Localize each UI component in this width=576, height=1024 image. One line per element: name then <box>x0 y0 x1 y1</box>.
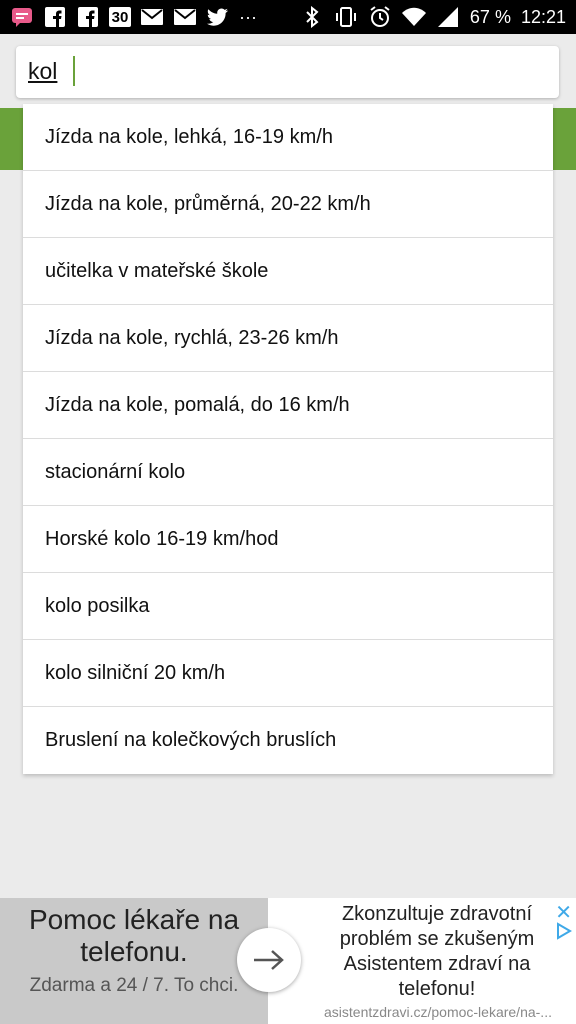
search-field[interactable]: kol <box>16 46 559 98</box>
ad-left-panel[interactable]: Pomoc lékaře na telefonu. Zdarma a 24 / … <box>0 898 268 1024</box>
arrow-right-icon <box>254 950 284 970</box>
calendar-icon: 30 <box>109 7 131 27</box>
suggestion-item[interactable]: stacionární kolo <box>23 439 553 506</box>
ad-subline: Zdarma a 24 / 7. To chci. <box>29 975 239 996</box>
wifi-icon <box>401 6 426 28</box>
suggestion-list: Jízda na kole, lehká, 16-19 km/h Jízda n… <box>23 104 553 774</box>
twitter-icon <box>206 6 230 28</box>
suggestion-item[interactable]: Jízda na kole, lehká, 16-19 km/h <box>23 104 553 171</box>
gmail-icon <box>140 6 164 28</box>
ad-arrow-button[interactable] <box>237 928 301 992</box>
suggestion-item[interactable]: kolo silniční 20 km/h <box>23 640 553 707</box>
bluetooth-icon <box>300 6 324 28</box>
suggestion-item[interactable]: Jízda na kole, rychlá, 23-26 km/h <box>23 305 553 372</box>
facebook-icon <box>43 6 67 28</box>
ad-headline: Pomoc lékaře na telefonu. <box>28 904 240 967</box>
suggestion-item[interactable]: kolo posilka <box>23 573 553 640</box>
ad-right-panel[interactable]: Zkonzultuje zdravotní problém se zkušený… <box>300 898 576 1024</box>
clock: 12:21 <box>520 6 566 27</box>
text-caret <box>73 56 75 86</box>
suggestion-item[interactable]: Bruslení na kolečkových bruslích <box>23 707 553 774</box>
vibrate-icon <box>334 6 358 28</box>
suggestion-item[interactable]: Jízda na kole, pomalá, do 16 km/h <box>23 372 553 439</box>
suggestion-item[interactable]: učitelka v mateřské škole <box>23 238 553 305</box>
suggestion-item[interactable]: Jízda na kole, průměrná, 20-22 km/h <box>23 171 553 238</box>
ad-description: Zkonzultuje zdravotní problém se zkušený… <box>339 903 535 1000</box>
battery-level: 67 % <box>469 6 511 27</box>
ad-banner[interactable]: Pomoc lékaře na telefonu. Zdarma a 24 / … <box>0 898 576 1024</box>
more-icon: ··· <box>239 6 257 27</box>
facebook-icon <box>76 6 100 28</box>
search-input[interactable]: kol <box>28 58 57 85</box>
ad-url: asistentzdravi.cz/pomoc-lekare/na-... <box>324 1004 552 1020</box>
alarm-icon <box>368 6 392 28</box>
ad-choices-icon[interactable] <box>556 922 572 945</box>
suggestion-item[interactable]: Horské kolo 16-19 km/hod <box>23 506 553 573</box>
status-bar: 30 ··· 67 % 12:21 <box>0 0 576 34</box>
signal-icon <box>436 6 460 28</box>
gmail-icon <box>173 6 197 28</box>
message-icon <box>10 6 34 28</box>
